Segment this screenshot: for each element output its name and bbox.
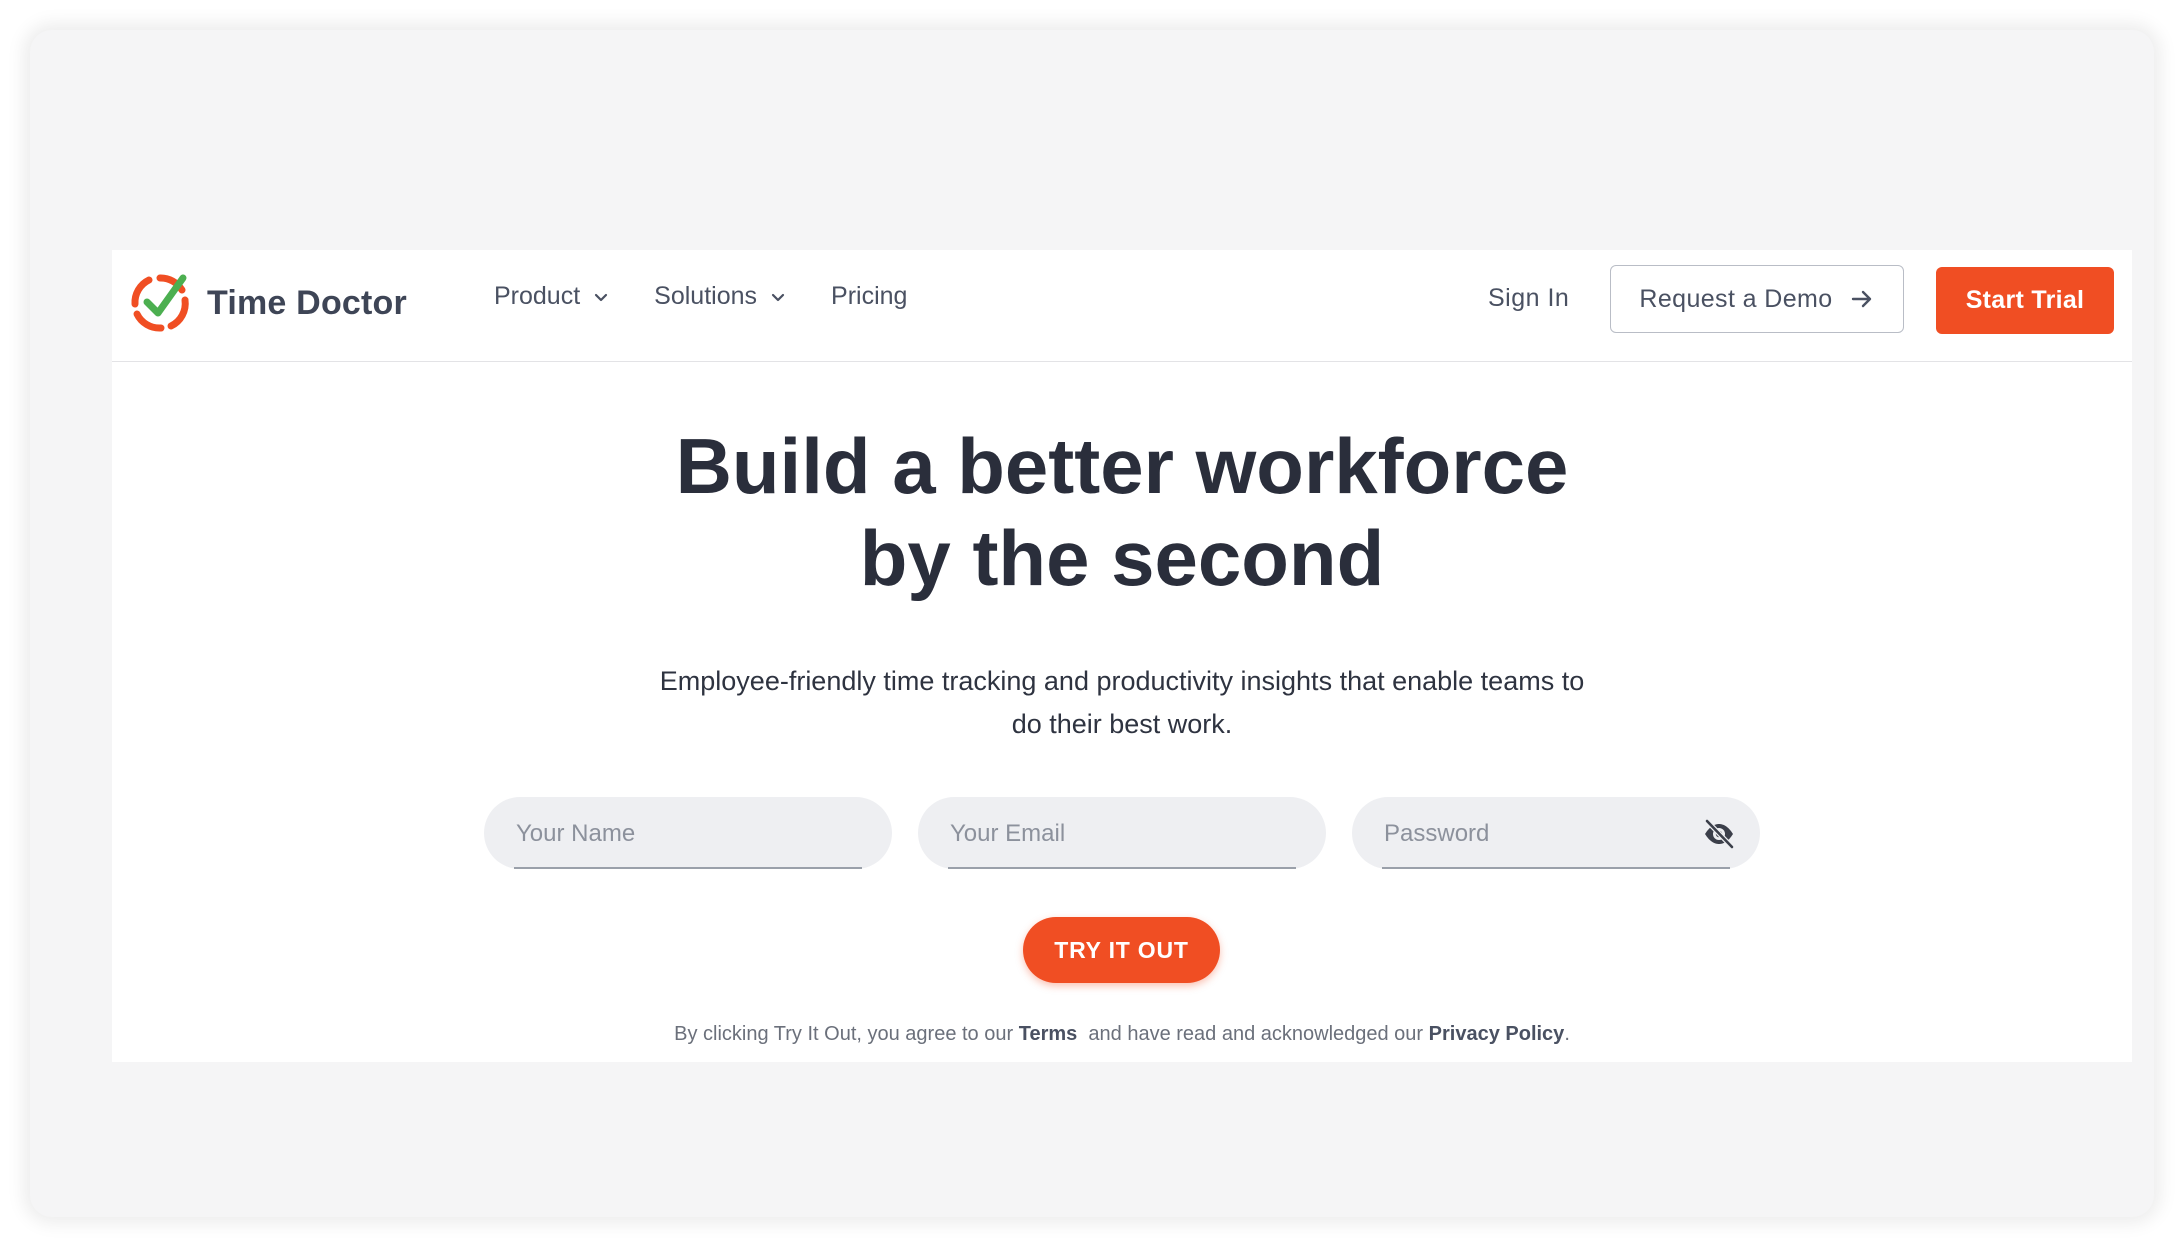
legal-suffix: . <box>1564 1023 1570 1045</box>
nav-solutions[interactable]: Solutions <box>654 282 787 311</box>
main-nav: Product Solutions Pricing <box>494 282 951 311</box>
start-trial-button[interactable]: Start Trial <box>1936 267 2114 334</box>
email-input[interactable] <box>948 805 1262 863</box>
legal-prefix: By clicking Try It Out, you agree to our <box>674 1023 1014 1045</box>
arrow-right-icon <box>1851 290 1871 308</box>
nav-product[interactable]: Product <box>494 282 610 311</box>
nav-pricing-label: Pricing <box>831 282 908 310</box>
nav-pricing[interactable]: Pricing <box>831 282 907 311</box>
eye-off-icon[interactable] <box>1702 817 1736 851</box>
time-doctor-logo-icon <box>131 274 189 332</box>
brand-logo[interactable]: Time Doctor <box>127 268 407 338</box>
hero-subtitle: Employee-friendly time tracking and prod… <box>659 666 1585 739</box>
terms-link[interactable]: Terms <box>1019 1023 1078 1045</box>
name-input[interactable] <box>514 805 828 863</box>
email-field <box>918 797 1326 869</box>
nav-product-label: Product <box>494 282 581 310</box>
legal-notice: By clicking Try It Out, you agree to our… <box>112 1023 2132 1046</box>
request-demo-button[interactable]: Request a Demo <box>1610 265 1904 333</box>
landing-page: Time Doctor Product Solutions Pricing Si… <box>112 250 2132 1062</box>
name-field <box>484 797 892 869</box>
email-field-underline <box>948 867 1296 869</box>
password-field <box>1352 797 1760 869</box>
privacy-policy-link[interactable]: Privacy Policy <box>1429 1023 1565 1045</box>
hero-title: Build a better workforce by the second <box>112 420 2132 604</box>
hero-title-line-1: Build a better workforce <box>675 422 1569 510</box>
top-navbar: Time Doctor Product Solutions Pricing Si… <box>112 250 2132 362</box>
name-field-underline <box>514 867 862 869</box>
nav-solutions-label: Solutions <box>654 282 758 310</box>
try-it-out-button[interactable]: TRY IT OUT <box>1023 917 1220 983</box>
screenshot-frame: Time Doctor Product Solutions Pricing Si… <box>30 30 2154 1217</box>
legal-middle: and have read and acknowledged our <box>1088 1023 1424 1045</box>
password-field-underline <box>1382 867 1730 869</box>
sign-in-link[interactable]: Sign In <box>1488 284 1569 313</box>
password-input[interactable] <box>1382 805 1656 863</box>
chevron-down-icon <box>595 293 608 301</box>
hero-title-line-2: by the second <box>859 514 1385 602</box>
chevron-down-icon <box>771 293 785 301</box>
request-demo-label: Request a Demo <box>1639 284 1833 313</box>
brand-name: Time Doctor <box>207 283 407 322</box>
